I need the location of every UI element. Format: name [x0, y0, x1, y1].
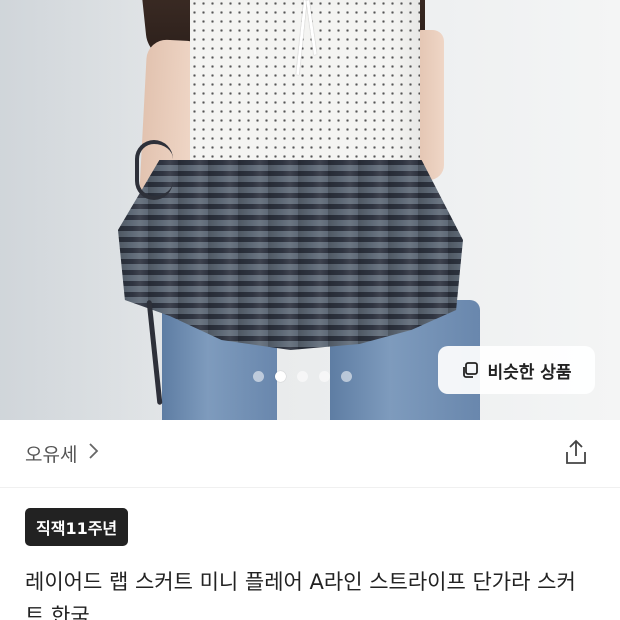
pager-dot[interactable]: [341, 371, 352, 382]
pager-dot[interactable]: [253, 371, 264, 382]
product-title: 레이어드 랩 스커트 미니 플레어 A라인 스트라이프 단가라 스커트 한국: [25, 570, 576, 620]
product-image[interactable]: 비슷한 상품: [0, 0, 620, 420]
pager-dot[interactable]: [319, 371, 330, 382]
skirt-tie: [135, 140, 173, 200]
promo-badge-label: 직잭11주년: [36, 519, 118, 538]
image-pager[interactable]: [253, 371, 352, 382]
similar-products-label: 비슷한 상품: [487, 362, 572, 383]
share-button[interactable]: [560, 438, 592, 470]
pager-dot-active[interactable]: [275, 371, 286, 382]
promo-badge: 직잭11주년: [25, 508, 129, 546]
copy-icon: [461, 361, 479, 379]
chevron-right-icon: [87, 442, 99, 465]
share-icon: [563, 438, 589, 470]
seller-row: 오유세: [0, 420, 620, 488]
seller-name: 오유세: [25, 444, 78, 466]
pager-dot[interactable]: [297, 371, 308, 382]
seller-link[interactable]: 오유세: [25, 440, 99, 467]
similar-products-button[interactable]: 비슷한 상품: [438, 346, 595, 394]
